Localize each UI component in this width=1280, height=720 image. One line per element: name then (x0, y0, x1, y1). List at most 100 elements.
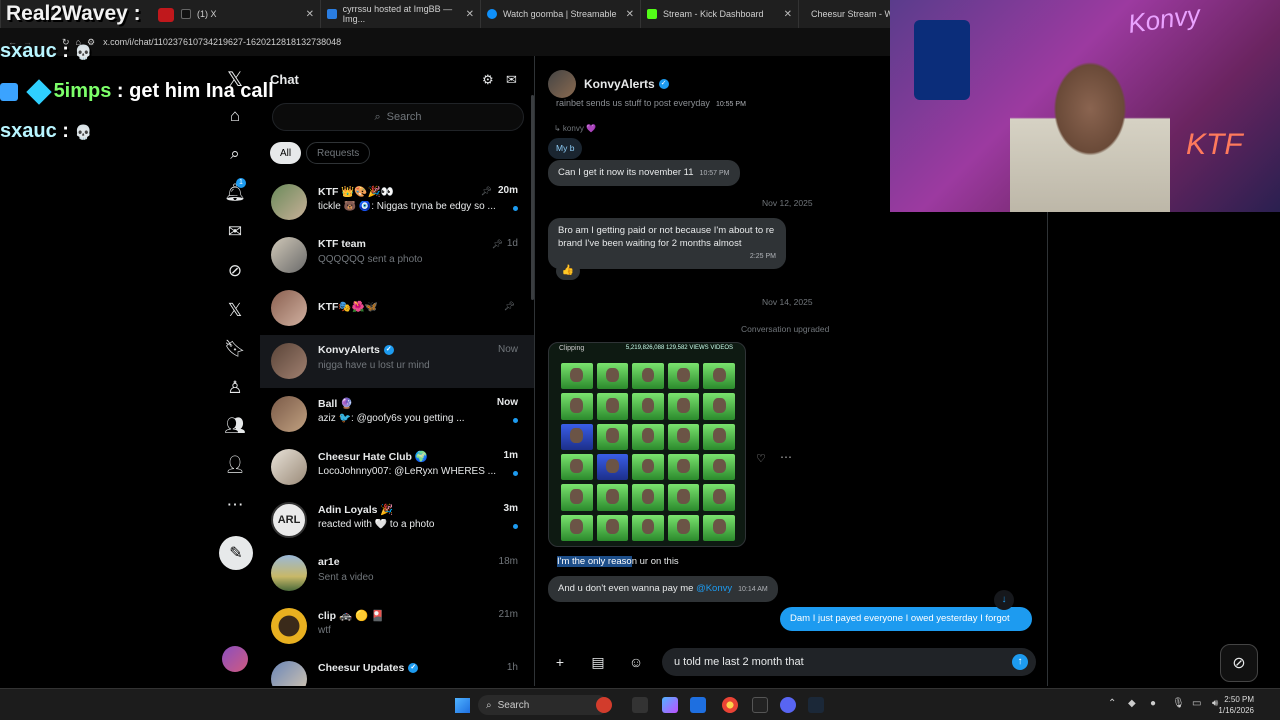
close-tab-icon[interactable]: ✕ (306, 9, 314, 20)
verified-badge-icon: ✓ (383, 345, 394, 356)
taskbar-app-icon[interactable] (752, 697, 768, 713)
jersey-poster (914, 20, 970, 100)
scroll-to-bottom-icon[interactable]: ↓ (994, 590, 1014, 610)
settings-gear-icon[interactable]: ⚙ (482, 72, 494, 88)
chat-list-item[interactable]: Cheesur Updates ✓ 1h (260, 653, 534, 686)
outgoing-message-bubble[interactable]: Dam I just payed everyone I owed yesterd… (780, 607, 1032, 631)
search-placeholder: Search (386, 111, 422, 123)
overlay-badge-icon (25, 78, 52, 105)
photo-stats: 5,219,826,088 129,582 VIEWS VIDEOS (625, 345, 733, 351)
microphone-icon[interactable]: 🎙︎ (1172, 698, 1185, 709)
add-attachment-icon[interactable]: + (548, 650, 572, 674)
tab-label: Watch goomba | Streamable (503, 9, 617, 19)
chat-name: KTF🎭🌺🦋 (318, 301, 378, 313)
verified-badge-icon: ✓ (408, 663, 419, 674)
compose-post-button[interactable]: ✎ (219, 536, 253, 570)
chrome-icon[interactable] (722, 697, 738, 713)
jobs-icon[interactable]: ♙ (222, 375, 248, 401)
avatar (271, 184, 307, 220)
chat-list-item[interactable]: KTF 👑🎨🎉👀 📌︎ 20m tickle 🐻 🧿: Niggas tryna… (260, 176, 534, 229)
overlay-chat-line: sxauc : 💀 (0, 120, 92, 143)
chat-list-item[interactable]: Cheesur Hate Club 🌍 1m LocoJohnny007: @L… (260, 441, 534, 494)
taskbar-app-icon[interactable] (632, 697, 648, 713)
chat-list-scrollbar[interactable] (531, 95, 534, 300)
gif-icon[interactable]: ▤ (586, 650, 610, 674)
clock-date: 1/16/2026 (1218, 706, 1254, 715)
profile-icon[interactable]: 👤︎ (222, 452, 248, 478)
close-tab-icon[interactable]: ✕ (784, 9, 792, 20)
emoji-icon[interactable]: ☺ (624, 650, 648, 674)
close-tab-icon[interactable]: ✕ (466, 9, 474, 20)
chat-list-item[interactable]: ARL Adin Loyals 🎉 3m reacted with 🤍 to a… (260, 494, 534, 547)
filter-requests-tab[interactable]: Requests (306, 142, 371, 164)
grok-icon[interactable]: ⊘ (222, 258, 248, 284)
chat-list-item[interactable]: KTF🎭🌺🦋 📌︎ (260, 282, 534, 335)
display-icon[interactable]: ▭ (1192, 698, 1201, 709)
new-message-icon[interactable]: ✉ (506, 72, 517, 88)
home-icon[interactable]: ⌂ (222, 103, 248, 129)
chat-name: Ball 🔮 (318, 398, 354, 410)
grok-floating-button[interactable]: ⊘ (1220, 644, 1258, 682)
shared-photo[interactable]: Clipping 5,219,826,088 129,582 VIEWS VID… (548, 342, 746, 547)
more-options-icon[interactable]: ⋯ (222, 492, 248, 518)
discord-icon[interactable] (780, 697, 796, 713)
conversation-header[interactable]: KonvyAlerts ✓ (548, 70, 669, 98)
taskbar-clock[interactable]: 2:50 PM 1/16/2026 (1218, 694, 1254, 716)
imgbb-favicon-icon (327, 9, 337, 19)
chat-list-item[interactable]: ar1e 18m Sent a video (260, 547, 534, 600)
chat-search-input[interactable]: ⌕ Search (272, 103, 524, 131)
message-bubble[interactable]: Bro am I getting paid or not because I'm… (548, 218, 786, 269)
chat-list-item[interactable]: Ball 🔮 Now aziz 🐦: @goofy6s you getting … (260, 388, 534, 441)
browser-tab-kick[interactable]: Stream - Kick Dashboard ✕ (640, 0, 798, 28)
chat-time: 1d (506, 238, 518, 249)
message-more-icon[interactable]: ⋯ (780, 450, 792, 464)
reply-bubble[interactable]: My b (548, 138, 583, 159)
reply-context: ↳ konvy 💜 (554, 124, 597, 133)
taskbar-app-icon[interactable] (596, 697, 612, 713)
browser-tab-cheesur[interactable]: Cheesur Stream - W (798, 0, 890, 28)
account-avatar[interactable] (222, 646, 248, 672)
browser-tab-streamable[interactable]: Watch goomba | Streamable ✕ (480, 0, 640, 28)
clock-time: 2:50 PM (1224, 695, 1254, 704)
address-bar[interactable]: ← → ↻ ⌂ ⚙ x.com/i/chat/1102376107342196​… (0, 28, 890, 56)
tray-chevron-icon[interactable]: ⌃ (1108, 698, 1116, 709)
message-bubble[interactable]: And u don't even wanna pay me @Konvy 10:1… (548, 576, 778, 602)
message-text[interactable]: I'm the only reason ur on this (557, 556, 679, 567)
notifications-bell-icon[interactable]: 🔔︎ 1 (222, 178, 248, 206)
right-pane (1048, 212, 1280, 686)
chat-list-item[interactable]: KTF team 📌︎ 1d QQQQQQ sent a photo (260, 229, 534, 282)
tab-label: Cheesur Stream - W (811, 9, 890, 19)
steam-icon[interactable] (808, 697, 824, 713)
chat-name-text: Cheesur Updates (318, 662, 405, 674)
tray-app-icon[interactable]: ◆ (1128, 698, 1136, 709)
taskbar-search[interactable]: ⌕ Search (478, 695, 608, 715)
send-button[interactable]: ↑ (1012, 654, 1028, 670)
react-heart-icon[interactable]: ♡ (756, 452, 766, 465)
avatar (271, 396, 307, 432)
message-bubble[interactable]: Can I get it now its november 11 10:57 PM (548, 160, 740, 186)
kick-favicon-icon (647, 9, 657, 19)
bookmarks-icon[interactable]: 🔖︎ (222, 336, 248, 362)
neon-tag: KTF (1186, 128, 1243, 161)
taskbar-app-icon[interactable] (662, 697, 678, 713)
close-tab-icon[interactable]: ✕ (626, 9, 634, 20)
avatar (271, 237, 307, 273)
browser-tab-imgbb[interactable]: cyrrssu hosted at ImgBB — Img... ✕ (320, 0, 480, 28)
windows-start-icon[interactable] (455, 698, 470, 713)
message-input[interactable]: u told me last 2 month that ↑ (662, 648, 1036, 676)
communities-icon[interactable]: 👥︎ (222, 413, 248, 439)
reaction-thumbs-up-icon[interactable]: 👍 (556, 262, 580, 280)
mention-link[interactable]: @Konvy (696, 583, 732, 594)
tray-app-icon[interactable]: ● (1150, 698, 1156, 709)
chat-list-item-active[interactable]: KonvyAlerts ✓ Now nigga have u lost ur mi… (260, 335, 534, 388)
taskbar-app-icon[interactable] (690, 697, 706, 713)
overlay-chat-msg: 💀 (74, 124, 92, 140)
filter-all-tab[interactable]: All (270, 142, 302, 164)
chat-list-item[interactable]: clip 🚓 🟡 🎴 21m wtf (260, 600, 534, 653)
url-text[interactable]: x.com/i/chat/1102376107342196​27-1620212… (103, 37, 341, 47)
chat-list-title: Chat (270, 72, 299, 87)
messages-envelope-icon[interactable]: ✉ (222, 219, 248, 245)
premium-x-icon[interactable]: 𝕏 (222, 297, 248, 323)
explore-search-icon[interactable]: ⌕ (222, 141, 248, 167)
volume-icon[interactable]: 🔊︎ (1212, 698, 1218, 709)
